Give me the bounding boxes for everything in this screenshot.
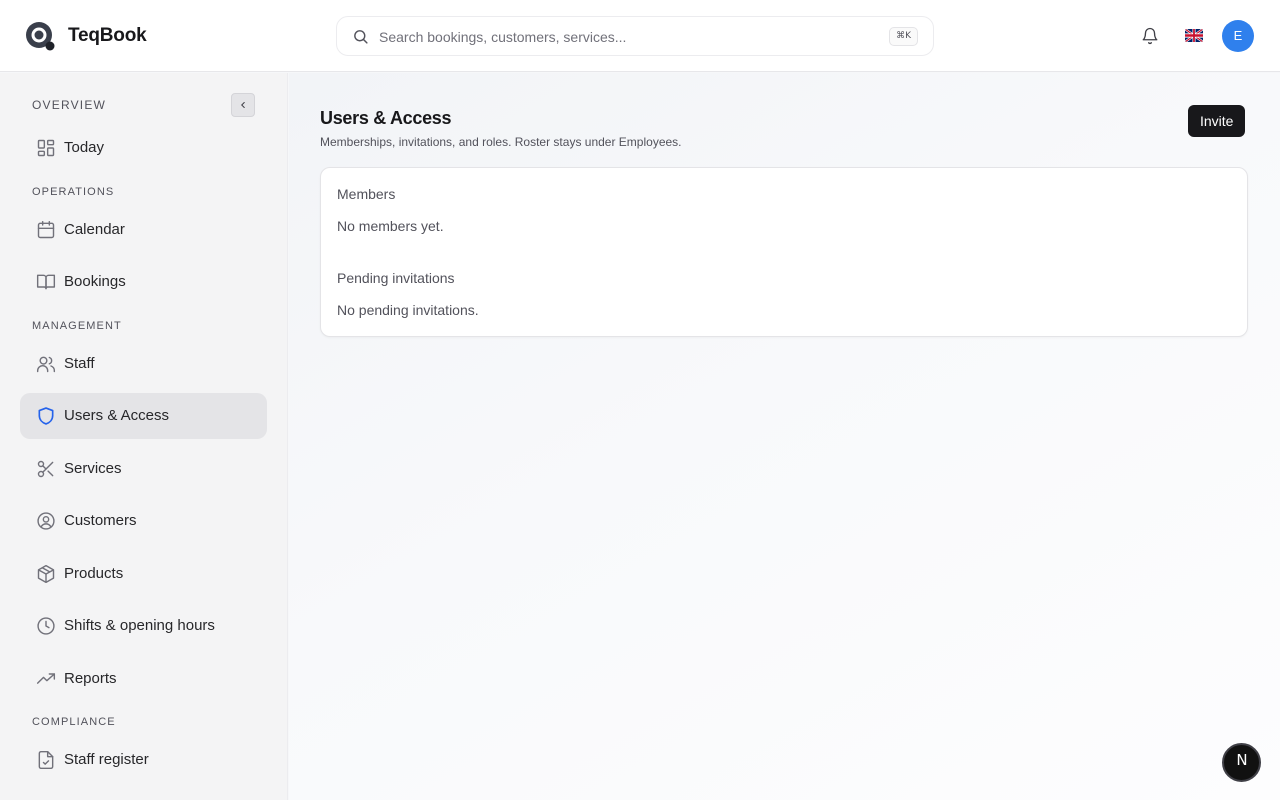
page-subtitle: Memberships, invitations, and roles. Ros… (320, 135, 682, 149)
search-input[interactable] (379, 26, 859, 48)
nextjs-logo-icon: N (1232, 750, 1252, 775)
collapse-sidebar-button[interactable] (231, 93, 255, 117)
teqbook-logo-icon (24, 20, 56, 52)
file-check-icon (36, 750, 56, 770)
sidebar-item-label: Shifts & opening hours (64, 617, 215, 634)
section-label-compliance: Compliance (32, 716, 116, 728)
sidebar-item-label: Today (64, 139, 105, 156)
sidebar-item-customers[interactable]: Customers (20, 498, 267, 544)
user-circle-icon (36, 511, 56, 531)
sidebar-item-products[interactable]: Products (20, 551, 267, 597)
sidebar-item-today[interactable]: Today (20, 125, 267, 171)
clock-icon (36, 616, 56, 636)
search-icon (352, 28, 369, 45)
sidebar-item-services[interactable]: Services (20, 446, 267, 492)
main-content: Users & Access Memberships, invitations,… (289, 73, 1280, 800)
sidebar: Overview Today Operations Calendar Booki… (0, 73, 288, 800)
invitations-empty-state: No pending invitations. (337, 302, 479, 318)
sidebar-item-bookings[interactable]: Bookings (20, 259, 267, 305)
user-avatar[interactable]: E (1222, 20, 1254, 52)
pending-invitations-heading: Pending invitations (337, 270, 455, 286)
global-search[interactable]: ⌘K (336, 16, 934, 56)
sidebar-item-calendar[interactable]: Calendar (20, 207, 267, 253)
top-bar: TeqBook ⌘K E (0, 0, 1280, 72)
uk-flag-icon[interactable] (1185, 29, 1203, 42)
sidebar-item-shifts-opening-hours[interactable]: Shifts & opening hours (20, 603, 267, 649)
sidebar-item-label: Products (64, 565, 124, 582)
trending-up-icon (36, 669, 56, 689)
app-logo[interactable]: TeqBook (24, 20, 147, 52)
dashboard-grid-icon (36, 138, 56, 158)
section-label-management: Management (32, 320, 122, 332)
page-title: Users & Access (320, 108, 452, 128)
sidebar-item-staff[interactable]: Staff (20, 341, 267, 387)
members-empty-state: No members yet. (337, 218, 444, 234)
invite-button[interactable]: Invite (1188, 105, 1246, 137)
sidebar-item-label: Customers (64, 512, 137, 529)
section-label-operations: Operations (32, 186, 115, 198)
sidebar-item-label: Reports (64, 670, 117, 687)
scissors-icon (36, 459, 56, 479)
bell-icon[interactable] (1141, 27, 1159, 45)
book-open-icon (36, 272, 56, 292)
shield-icon (36, 406, 56, 426)
search-shortcut-hint: ⌘K (889, 27, 918, 46)
sidebar-item-reports[interactable]: Reports (20, 656, 267, 702)
members-heading: Members (337, 186, 396, 202)
calendar-icon (36, 220, 56, 240)
sidebar-item-label: Staff register (64, 751, 149, 768)
sidebar-item-label: Bookings (64, 273, 126, 290)
section-label-overview: Overview (32, 98, 107, 112)
svg-text:N: N (1236, 751, 1247, 769)
members-card: Members No members yet. Pending invitati… (320, 167, 1248, 337)
app-name: TeqBook (68, 25, 147, 46)
sidebar-item-staff-register[interactable]: Staff register (20, 737, 267, 783)
package-icon (36, 564, 56, 584)
users-icon (36, 354, 56, 374)
sidebar-item-label: Users & Access (64, 407, 170, 424)
sidebar-item-label: Calendar (64, 221, 125, 238)
sidebar-item-label: Staff (64, 355, 95, 372)
sidebar-item-users-access[interactable]: Users & Access (20, 393, 267, 439)
sidebar-item-label: Services (64, 460, 122, 477)
nextjs-dev-badge[interactable]: N (1222, 743, 1261, 782)
